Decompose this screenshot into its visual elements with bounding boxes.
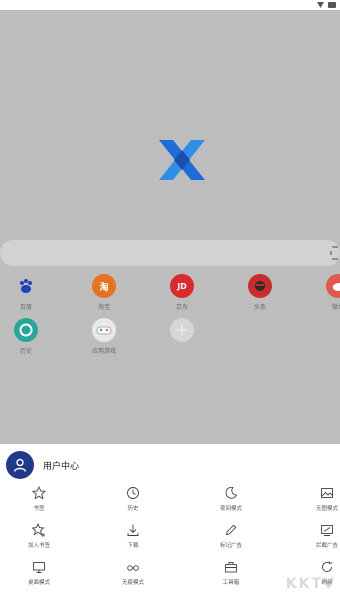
taobao-icon-text: 淘 [99, 282, 109, 293]
menu-item-toolbox[interactable]: 工具箱 [191, 560, 271, 586]
plus-icon [170, 318, 194, 342]
user-center[interactable]: 用户中心 [6, 450, 79, 480]
signal-icon [317, 2, 324, 8]
battery-icon [328, 2, 336, 8]
shortcut-toutiao[interactable]: 头条 [230, 274, 290, 311]
jd-icon-text: JD [177, 281, 187, 291]
menu-label: 加入书签 [27, 543, 50, 549]
refresh-icon [322, 561, 333, 572]
status-bar [0, 0, 340, 10]
status-icons [317, 0, 336, 10]
menu-label: 工具箱 [222, 580, 240, 586]
shortcut-label: 淘宝 [97, 304, 110, 311]
avatar-icon [6, 451, 34, 479]
menu-item-block-ads[interactable]: 拦截广告 [287, 523, 340, 549]
shortcut-history[interactable]: 历史 [0, 318, 56, 355]
menu-item-incognito-mode[interactable]: 无痕模式 [93, 560, 173, 586]
toolbox-icon [225, 562, 237, 573]
menu-panel: 用户中心 书签 历史 夜间模式 无图模式 加入书签 下载 标记广告 拦截广告 桌… [0, 444, 340, 594]
download-icon [127, 524, 139, 536]
watermark: KKTV [285, 576, 336, 592]
menu-label: 下载 [127, 543, 139, 549]
menu-item-desktop-mode[interactable]: 桌面模式 [0, 560, 79, 586]
monitor-block-icon [321, 525, 333, 536]
shortcut-baidu[interactable]: 百度 [0, 274, 56, 311]
gamepad-icon [92, 318, 116, 342]
shortcut-label: 头条 [253, 304, 266, 311]
image-icon [321, 488, 333, 498]
shortcut-weibo[interactable]: 微博 [308, 274, 340, 311]
clock-icon [127, 487, 139, 499]
star-icon [32, 486, 46, 500]
shortcut-apps-games[interactable]: 应用游戏 [74, 318, 134, 355]
menu-label: 标记广告 [219, 543, 242, 549]
menu-item-mark-ads[interactable]: 标记广告 [191, 523, 271, 549]
shortcut-add[interactable] [152, 318, 212, 342]
menu-label: 桌面模式 [27, 580, 50, 586]
shortcut-label: 微博 [331, 304, 340, 311]
menu-item-add-bookmark[interactable]: 加入书签 [0, 523, 79, 549]
desktop-icon [33, 562, 45, 573]
menu-item-history[interactable]: 历史 [93, 486, 173, 512]
shortcut-label: 京东 [175, 304, 188, 311]
search-bar[interactable] [0, 240, 340, 266]
star-add-icon [32, 523, 45, 537]
taobao-icon: 淘 [92, 274, 116, 298]
menu-label: 无痕模式 [121, 580, 144, 586]
menu-item-no-image-mode[interactable]: 无图模式 [287, 486, 340, 512]
shortcut-label: 百度 [19, 304, 32, 311]
baidu-icon [14, 274, 38, 298]
glasses-icon [127, 565, 139, 571]
user-center-title: 用户中心 [43, 461, 80, 472]
moon-icon [225, 486, 238, 499]
menu-item-bookmarks[interactable]: 书签 [0, 486, 79, 512]
menu-label: 无图模式 [315, 506, 338, 512]
menu-item-download[interactable]: 下载 [93, 523, 173, 549]
shortcut-jd[interactable]: JD 京东 [152, 274, 212, 311]
x-browser-logo [159, 140, 205, 180]
menu-label: 拦截广告 [315, 543, 338, 549]
browser-home: 百度 淘 淘宝 JD 京东 头条 微博 [0, 10, 340, 444]
scan-icon[interactable] [330, 246, 340, 260]
menu-label: 历史 [127, 506, 139, 512]
weibo-icon [326, 274, 340, 298]
menu-label: 书签 [33, 506, 45, 512]
menu-item-night-mode[interactable]: 夜间模式 [191, 486, 271, 512]
menu-label: 夜间模式 [219, 506, 242, 512]
toutiao-icon [248, 274, 272, 298]
jd-icon: JD [170, 274, 194, 298]
history-icon [14, 318, 38, 342]
shortcut-label: 历史 [19, 348, 32, 355]
pen-icon [225, 524, 237, 536]
shortcut-taobao[interactable]: 淘 淘宝 [74, 274, 134, 311]
shortcut-label: 应用游戏 [91, 348, 116, 355]
